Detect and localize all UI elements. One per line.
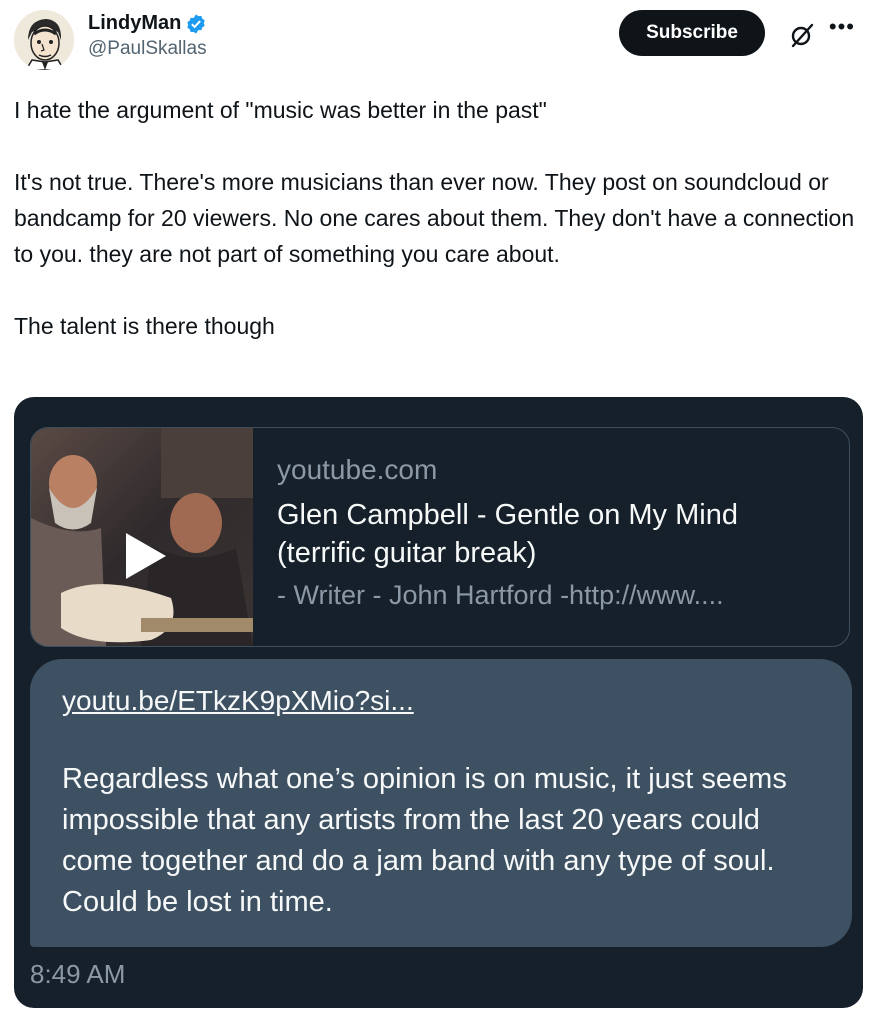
avatar[interactable]: [14, 10, 74, 70]
tweet-header: LindyMan @PaulSkallas Subscribe •••: [14, 8, 857, 70]
video-thumbnail[interactable]: [31, 428, 253, 646]
grok-slash-icon[interactable]: [789, 22, 815, 48]
link-title[interactable]: Glen Campbell - Gentle on My Mind (terri…: [277, 496, 829, 572]
more-dots-icon[interactable]: •••: [829, 14, 855, 40]
message-timestamp: 8:49 AM: [30, 959, 126, 989]
link-description: - Writer - John Hartford -http://www....: [277, 580, 724, 610]
message-bubble: youtu.be/ETkzK9pXMio?si... Regardless wh…: [30, 659, 852, 947]
author-handle[interactable]: @PaulSkallas: [88, 38, 207, 60]
message-link[interactable]: youtu.be/ETkzK9pXMio?si...: [62, 685, 414, 717]
embedded-screenshot: youtube.com Glen Campbell - Gentle on My…: [14, 397, 863, 1008]
message-text: Regardless what one’s opinion is on musi…: [62, 763, 787, 918]
subscribe-button[interactable]: Subscribe: [619, 10, 765, 56]
verified-badge-icon[interactable]: [185, 13, 207, 35]
link-domain: youtube.com: [277, 454, 438, 485]
tweet-text: I hate the argument of "music was better…: [14, 97, 855, 339]
author-name[interactable]: LindyMan: [88, 12, 181, 35]
link-preview-card[interactable]: youtube.com Glen Campbell - Gentle on My…: [30, 427, 850, 647]
